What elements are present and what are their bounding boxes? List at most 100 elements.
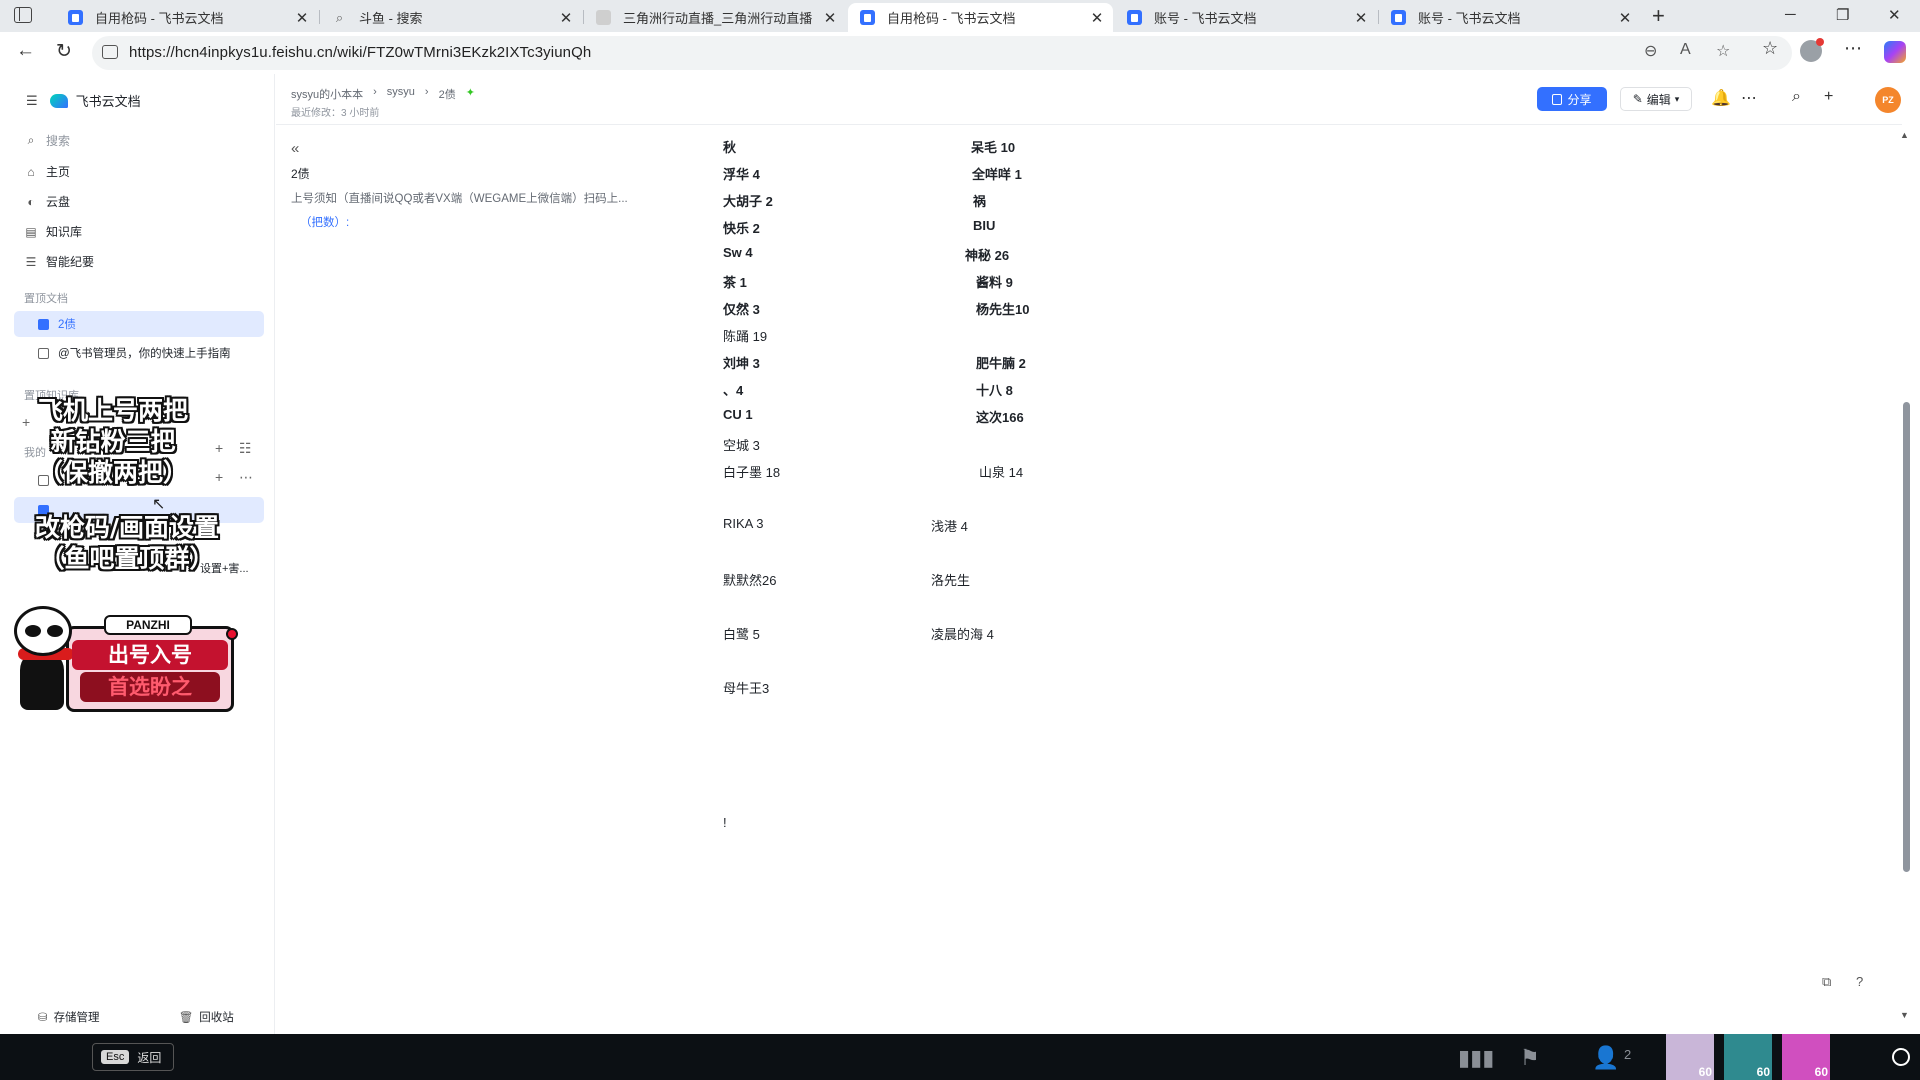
brand-name: 飞书云文档 [75, 94, 141, 109]
entry-left: CU 1 [723, 407, 753, 422]
url-text[interactable]: https://hcn4inpkys1u.feishu.cn/wiki/FTZ0… [129, 44, 591, 61]
outline-heading[interactable]: 上号须知（直播间说QQ或者VX端（WEGAME上微信端）扫码上... [291, 190, 628, 206]
sidebar-item-wiki[interactable]: ▤ 知识库 [24, 223, 82, 240]
cloud-drive-icon: ◐ [27, 194, 35, 209]
doc-icon [38, 347, 49, 359]
notes-icon: ☰ [25, 254, 37, 269]
entry-right: 祸 [973, 194, 987, 209]
outline-title[interactable]: 2债 [291, 165, 310, 182]
scrollbar-thumb[interactable] [1903, 402, 1910, 872]
add-icon[interactable]: + [215, 440, 223, 456]
favorite-star-icon[interactable]: ☆ [1716, 41, 1730, 61]
game-icon [596, 10, 611, 25]
overlay-line-3: （保撤两把） [37, 458, 188, 487]
reload-icon[interactable]: ↻ [56, 40, 72, 63]
close-icon[interactable]: ✕ [1089, 9, 1105, 27]
breadcrumb-item[interactable]: 2债 [439, 86, 456, 102]
sidebar-item-notes[interactable]: ☰ 智能纪要 [24, 253, 94, 270]
sidebar-item-label: 主页 [46, 165, 71, 179]
scroll-up-icon[interactable]: ▲ [1900, 130, 1909, 140]
sidebar-item-label: 云盘 [46, 195, 71, 209]
tab-3[interactable]: 三角洲行动直播_三角洲行动直播 ✕ [584, 3, 846, 32]
close-icon[interactable]: ✕ [1353, 9, 1369, 27]
sidebar-item-drive[interactable]: ◐ 云盘 [24, 193, 70, 210]
user-avatar[interactable]: PZ [1875, 87, 1901, 113]
entry-left: 白鹭 5 [723, 627, 760, 642]
help-icon[interactable]: ? [1856, 974, 1863, 989]
storage-button[interactable]: ⛁ 存储管理 [0, 1009, 138, 1025]
pinned-doc-guide[interactable]: @飞书管理员，你的快速上手指南 [14, 340, 264, 366]
sort-icon[interactable]: ☷ [239, 440, 252, 457]
tab-5[interactable]: 账号 - 飞书云文档 ✕ [1115, 3, 1377, 32]
read-aloud-icon[interactable]: A [1680, 41, 1691, 59]
squad-icon[interactable]: 👤 [1592, 1045, 1619, 1071]
tab-title: 账号 - 飞书云文档 [1154, 11, 1257, 26]
minimize-icon[interactable]: ─ [1785, 6, 1796, 23]
entry-left: 茶 1 [723, 275, 747, 290]
teammate-portrait[interactable]: 60 [1724, 1034, 1772, 1080]
flag-icon[interactable]: ⚑ [1520, 1045, 1540, 1071]
tab-2[interactable]: ⌕ 斗鱼 - 搜索 ✕ [320, 3, 582, 32]
chevron-down-icon: ▾ [1674, 93, 1680, 104]
tab-6[interactable]: 账号 - 飞书云文档 ✕ [1379, 3, 1641, 32]
stats-icon[interactable]: ▮▮▮ [1458, 1045, 1494, 1071]
entry-right: 呆毛 10 [971, 140, 1016, 155]
entry-right: 这次166 [976, 410, 1024, 425]
esc-back-button[interactable]: Esc 返回 [92, 1043, 174, 1071]
search-icon[interactable]: ⌕ [1792, 88, 1801, 106]
entry-left: 空城 3 [723, 438, 760, 453]
restore-icon[interactable]: ❐ [1836, 6, 1849, 24]
back-icon[interactable]: ← [16, 40, 35, 62]
pinned-doc-2zhai[interactable]: 2债 [14, 311, 264, 337]
more-menu-icon[interactable]: ⋯ [1844, 38, 1862, 59]
level-badge: 60 [1756, 1065, 1770, 1079]
close-icon[interactable]: ✕ [294, 9, 310, 27]
add-icon[interactable]: + [215, 469, 223, 485]
share-button[interactable]: 分享 [1537, 87, 1607, 111]
sidebar-brand[interactable]: ☰ 飞书云文档 [26, 91, 141, 110]
sidebar-search[interactable]: ⌕ 搜索 [24, 132, 70, 149]
profile-avatar[interactable] [1800, 38, 1824, 62]
add-icon[interactable]: + [1824, 88, 1833, 106]
more-icon[interactable]: ⋯ [239, 469, 253, 486]
edit-mode-button[interactable]: ✎ 编辑 ▾ [1620, 87, 1692, 111]
entry-right: BIU [973, 218, 996, 233]
more-icon[interactable]: ⋯ [1741, 88, 1757, 108]
copilot-icon[interactable] [1884, 41, 1906, 63]
badge-line-2: 首选盼之 [80, 672, 220, 702]
address-bar[interactable]: https://hcn4inpkys1u.feishu.cn/wiki/FTZ0… [92, 36, 1792, 70]
new-tab-button[interactable]: + [1652, 3, 1665, 29]
trash-icon: 🗑 [178, 1012, 194, 1024]
bell-icon[interactable]: 🔔 [1711, 88, 1731, 108]
teammate-portrait[interactable]: 60 [1666, 1034, 1714, 1080]
scroll-down-icon[interactable]: ▼ [1900, 1010, 1909, 1020]
mouse-cursor-icon: ↖ [152, 496, 166, 513]
close-icon[interactable]: ✕ [558, 9, 574, 27]
zoom-icon[interactable]: ⊖ [1644, 41, 1657, 61]
breadcrumb-item[interactable]: sysyu [387, 86, 415, 102]
doc-tools-icon[interactable]: ⧉ [1822, 974, 1831, 990]
sidebar-item-home[interactable]: ⌂ 主页 [24, 163, 70, 180]
edit-label: 编辑 [1646, 92, 1671, 107]
favorites-icon[interactable]: ☆ [1762, 38, 1778, 59]
teammate-portrait[interactable]: 60 [1782, 1034, 1830, 1080]
tab-title: 三角洲行动直播_三角洲行动直播 [623, 11, 813, 26]
close-icon[interactable]: ✕ [1617, 9, 1633, 27]
settings-gear-icon[interactable] [1892, 1048, 1910, 1066]
breadcrumb-item[interactable]: sysyu的小本本 [291, 86, 363, 102]
tab-actions-icon[interactable] [14, 7, 32, 23]
outline-collapse-icon[interactable]: « [291, 140, 299, 157]
site-info-icon[interactable] [102, 45, 118, 59]
window-close-icon[interactable]: ✕ [1888, 6, 1901, 24]
tab-title: 账号 - 飞书云文档 [1418, 11, 1521, 26]
chevron-right-icon: › [424, 86, 429, 98]
outline-subheading[interactable]: （把数）: [300, 214, 349, 230]
trash-button[interactable]: 🗑 回收站 [138, 1009, 276, 1025]
entry-left: 默默然26 [723, 573, 777, 588]
close-icon[interactable]: ✕ [822, 9, 838, 27]
esc-key-label: Esc [101, 1050, 130, 1064]
tab-4-active[interactable]: 自用枪码 - 飞书云文档 ✕ [848, 3, 1113, 32]
tab-1[interactable]: 自用枪码 - 飞书云文档 ✕ [56, 3, 318, 32]
sidebar-collapse-icon[interactable]: ☰ [26, 93, 38, 109]
pin-icon[interactable]: ✦ [466, 86, 475, 102]
